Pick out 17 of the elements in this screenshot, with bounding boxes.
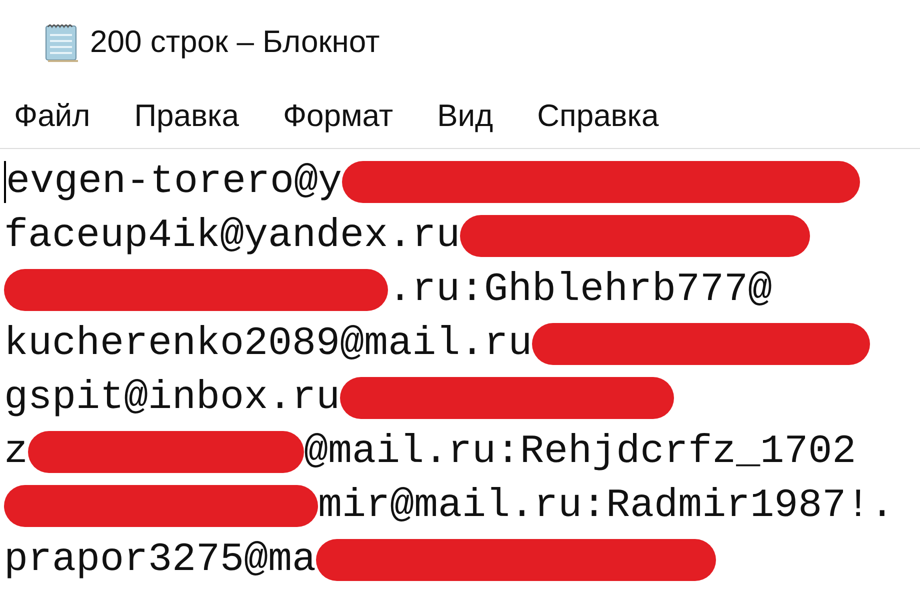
- menu-item[interactable]: Правка: [134, 98, 239, 134]
- text-line: faceup4ik@yandex.ru: [4, 214, 460, 258]
- text-line: evgen-torero@y: [6, 160, 342, 204]
- menu-item[interactable]: Файл: [14, 98, 90, 134]
- window-title: 200 строк – Блокнот: [90, 24, 380, 60]
- text-line: gspit@inbox.ru: [4, 376, 340, 420]
- menu-item[interactable]: Формат: [282, 98, 394, 134]
- text-line: z: [4, 430, 28, 474]
- text-line: mir@mail.ru:Radmir1987!.: [318, 484, 894, 528]
- text-line: .ru:Ghblehrb777@: [388, 268, 772, 312]
- text-line: prapor3275@ma: [4, 538, 316, 582]
- menu-item[interactable]: Справка: [537, 98, 659, 134]
- menu-item[interactable]: Вид: [437, 98, 494, 134]
- notepad-icon: [44, 22, 80, 62]
- text-line: kucherenko2089@mail.ru: [4, 322, 532, 366]
- text-line: @mail.ru:Rehjdcrfz_1702: [304, 430, 856, 474]
- text-area[interactable]: evgen-torero@y faceup4ik@yandex.ru .ru:Ghblehrb777@ kucherenko2089@mail.ru gspit@inbox.ru z @mail.ru:Rehjdcrfz_1702 mir@mail.ru:Radmir1987!. prapor3275@ma: [0, 148, 920, 587]
